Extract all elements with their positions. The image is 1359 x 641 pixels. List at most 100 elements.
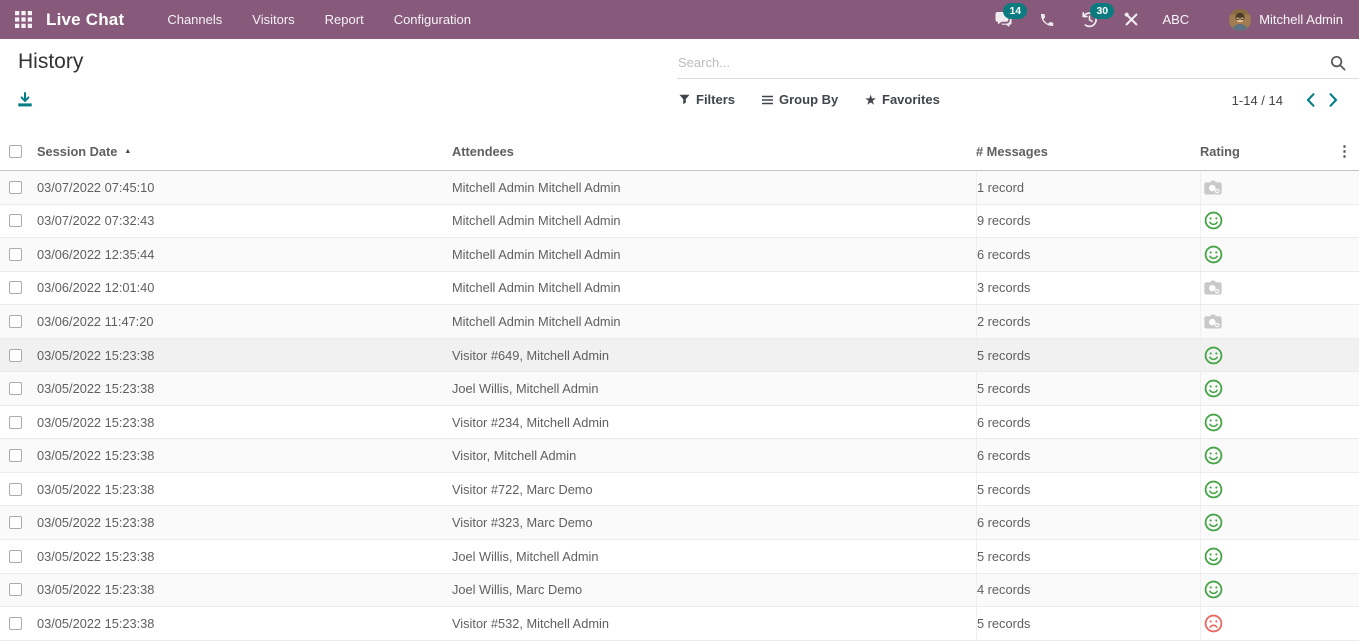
column-header-rating[interactable]: Rating: [1200, 133, 1340, 170]
filters-button[interactable]: Filters: [679, 92, 735, 107]
row-checkbox-cell: [0, 372, 37, 405]
row-checkbox[interactable]: [9, 248, 22, 261]
table-row[interactable]: 03/05/2022 15:23:38 Visitor #234, Mitche…: [0, 406, 1359, 440]
row-end-cell: [1340, 574, 1359, 607]
chevron-left-icon: [1306, 93, 1315, 107]
control-panel: History Filters: [0, 39, 1359, 133]
column-header-messages[interactable]: # Messages: [976, 133, 1200, 170]
row-checkbox[interactable]: [9, 214, 22, 227]
pager-next-button[interactable]: [1322, 91, 1345, 109]
session-date-cell: 03/05/2022 15:23:38: [37, 607, 452, 640]
session-date-cell: 03/05/2022 15:23:38: [37, 339, 452, 372]
row-end-cell: [1340, 607, 1359, 640]
group-by-lines-icon: [762, 95, 773, 105]
menu-channels[interactable]: Channels: [152, 0, 237, 39]
rating-happy-icon: [1204, 211, 1223, 230]
messages-count-cell: 6 records: [976, 439, 1200, 472]
favorites-button[interactable]: ★ Favorites: [865, 92, 940, 107]
session-date-cell: 03/05/2022 15:23:38: [37, 540, 452, 573]
activities-menu-button[interactable]: 30: [1068, 0, 1111, 39]
table-row[interactable]: 03/07/2022 07:45:10 Mitchell Admin Mitch…: [0, 171, 1359, 205]
company-switcher[interactable]: ABC: [1152, 12, 1205, 27]
attendees-cell: Visitor #649, Mitchell Admin: [452, 339, 976, 372]
session-date-cell: 03/06/2022 11:47:20: [37, 305, 452, 338]
table-row[interactable]: 03/05/2022 15:23:38 Visitor #532, Mitche…: [0, 607, 1359, 641]
search-icon[interactable]: [1330, 55, 1346, 76]
export-button[interactable]: [17, 92, 33, 108]
table-row[interactable]: 03/07/2022 07:32:43 Mitchell Admin Mitch…: [0, 205, 1359, 239]
row-checkbox[interactable]: [9, 416, 22, 429]
row-checkbox[interactable]: [9, 449, 22, 462]
search-options-bar: Filters Group By ★ Favorites: [679, 92, 967, 107]
menu-visitors[interactable]: Visitors: [237, 0, 309, 39]
row-checkbox[interactable]: [9, 315, 22, 328]
debug-tools-button[interactable]: [1111, 0, 1152, 39]
table-row[interactable]: 03/06/2022 11:47:20 Mitchell Admin Mitch…: [0, 305, 1359, 339]
table-row[interactable]: 03/05/2022 15:23:38 Visitor #649, Mitche…: [0, 339, 1359, 373]
table-row[interactable]: 03/06/2022 12:01:40 Mitchell Admin Mitch…: [0, 272, 1359, 306]
column-header-session-date[interactable]: Session Date ▲: [37, 133, 452, 170]
row-checkbox-cell: [0, 439, 37, 472]
header-end-cell: ⋮: [1340, 133, 1359, 170]
optional-columns-toggle-icon[interactable]: ⋮: [1340, 144, 1352, 159]
rating-cell: [1200, 372, 1340, 405]
messages-menu-button[interactable]: 14: [981, 0, 1026, 39]
group-by-button[interactable]: Group By: [762, 92, 838, 107]
phone-icon: [1039, 12, 1055, 28]
row-checkbox[interactable]: [9, 349, 22, 362]
row-checkbox-cell: [0, 339, 37, 372]
attendees-cell: Visitor #234, Mitchell Admin: [452, 406, 976, 439]
table-row[interactable]: 03/05/2022 15:23:38 Joel Willis, Mitchel…: [0, 540, 1359, 574]
row-checkbox[interactable]: [9, 516, 22, 529]
table-row[interactable]: 03/05/2022 15:23:38 Visitor #323, Marc D…: [0, 506, 1359, 540]
session-date-cell: 03/05/2022 15:23:38: [37, 574, 452, 607]
table-row[interactable]: 03/06/2022 12:35:44 Mitchell Admin Mitch…: [0, 238, 1359, 272]
session-date-cell: 03/05/2022 15:23:38: [37, 372, 452, 405]
row-checkbox[interactable]: [9, 583, 22, 596]
main-menu: Channels Visitors Report Configuration: [152, 0, 486, 39]
history-list-view: Session Date ▲ Attendees # Messages Rati…: [0, 133, 1359, 641]
attendees-cell: Visitor #532, Mitchell Admin: [452, 607, 976, 640]
user-menu[interactable]: Mitchell Admin: [1205, 9, 1343, 31]
row-checkbox-cell: [0, 473, 37, 506]
rating-happy-icon: [1204, 513, 1223, 532]
session-date-cell: 03/07/2022 07:32:43: [37, 205, 452, 238]
export-download-icon: [17, 92, 33, 108]
app-title[interactable]: Live Chat: [46, 10, 124, 30]
row-checkbox[interactable]: [9, 181, 22, 194]
attendees-cell: Visitor #323, Marc Demo: [452, 506, 976, 539]
row-end-cell: [1340, 406, 1359, 439]
apps-menu-icon[interactable]: [10, 0, 36, 39]
table-row[interactable]: 03/05/2022 15:23:38 Visitor, Mitchell Ad…: [0, 439, 1359, 473]
messages-count-cell: 5 records: [976, 540, 1200, 573]
search-input[interactable]: [677, 47, 1359, 78]
row-end-cell: [1340, 305, 1359, 338]
table-row[interactable]: 03/05/2022 15:23:38 Visitor #722, Marc D…: [0, 473, 1359, 507]
row-checkbox-cell: [0, 406, 37, 439]
rating-happy-icon: [1204, 446, 1223, 465]
attendees-cell: Joel Willis, Marc Demo: [452, 574, 976, 607]
table-row[interactable]: 03/05/2022 15:23:38 Joel Willis, Mitchel…: [0, 372, 1359, 406]
call-menu-button[interactable]: [1026, 0, 1068, 39]
menu-configuration[interactable]: Configuration: [379, 0, 486, 39]
tools-icon: [1124, 12, 1139, 27]
row-checkbox[interactable]: [9, 550, 22, 563]
pager-previous-button[interactable]: [1299, 91, 1322, 109]
table-row[interactable]: 03/05/2022 15:23:38 Joel Willis, Marc De…: [0, 574, 1359, 608]
chevron-right-icon: [1329, 93, 1338, 107]
select-all-checkbox[interactable]: [9, 145, 22, 158]
row-end-cell: [1340, 171, 1359, 204]
messages-count-cell: 6 records: [976, 406, 1200, 439]
row-checkbox[interactable]: [9, 483, 22, 496]
row-checkbox[interactable]: [9, 382, 22, 395]
menu-report[interactable]: Report: [310, 0, 379, 39]
session-date-cell: 03/06/2022 12:35:44: [37, 238, 452, 271]
attendees-cell: Mitchell Admin Mitchell Admin: [452, 272, 976, 305]
row-end-cell: [1340, 272, 1359, 305]
column-header-attendees[interactable]: Attendees: [452, 133, 976, 170]
row-checkbox[interactable]: [9, 281, 22, 294]
attendees-cell: Mitchell Admin Mitchell Admin: [452, 238, 976, 271]
rating-cell: [1200, 506, 1340, 539]
row-end-cell: [1340, 238, 1359, 271]
row-checkbox[interactable]: [9, 617, 22, 630]
